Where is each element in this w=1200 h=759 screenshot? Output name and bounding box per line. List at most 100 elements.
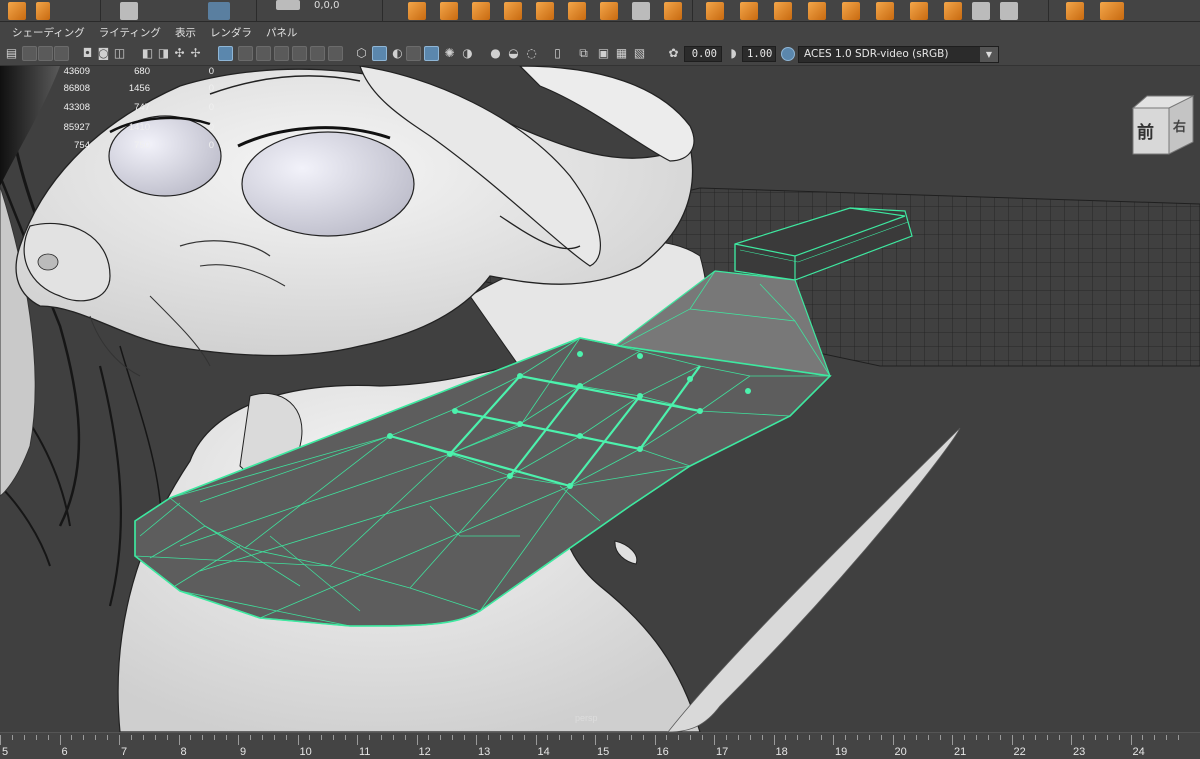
screen-space-ao-icon[interactable]: ●: [488, 46, 503, 61]
film-gate-toggle-icon[interactable]: [238, 46, 253, 61]
shelf-tool-icon[interactable]: [706, 2, 724, 20]
isolate-select-icon[interactable]: ⧉: [576, 46, 591, 61]
menu-lighting[interactable]: ライティング: [99, 25, 161, 40]
timeline-tick: [297, 735, 299, 745]
xray-icon[interactable]: ▣: [596, 46, 611, 61]
shadows-icon[interactable]: ◑: [460, 46, 475, 61]
timeline-minor-tick: [440, 735, 442, 740]
menu-show[interactable]: 表示: [175, 25, 196, 40]
motion-blur-icon[interactable]: ◒: [506, 46, 521, 61]
shelf-tool-icon[interactable]: [664, 2, 682, 20]
timeline-frame-label: 7: [121, 746, 128, 758]
antialiasing-icon[interactable]: ◌: [524, 46, 539, 61]
camera-attributes-icon[interactable]: ▤: [4, 46, 19, 61]
timeline-minor-tick: [1118, 735, 1120, 740]
menu-renderer[interactable]: レンダラ: [210, 25, 252, 40]
view-cube-right-label[interactable]: 右: [1173, 116, 1186, 135]
depth-of-field-icon[interactable]: ▯: [550, 46, 565, 61]
wireframe-icon[interactable]: ⬡: [354, 46, 369, 61]
shelf-tool-icon[interactable]: [1066, 2, 1084, 20]
timeline-minor-tick: [844, 735, 846, 740]
resolution-toggle-icon[interactable]: [256, 46, 271, 61]
timeline-minor-tick: [749, 735, 751, 740]
shelf-tool-icon[interactable]: [120, 2, 138, 20]
grid-toggle-icon[interactable]: [218, 46, 233, 61]
timeline-tick: [535, 735, 537, 745]
bookmark-icon[interactable]: [22, 46, 37, 61]
timeline-minor-tick: [368, 735, 370, 740]
field-chart-icon[interactable]: ✣: [172, 46, 187, 61]
shelf-tool-icon[interactable]: [536, 2, 554, 20]
shelf-tool-icon[interactable]: [1100, 2, 1124, 20]
panel-menu-bar: シェーディング ライティング 表示 レンダラ パネル: [0, 22, 1200, 42]
camera-icon[interactable]: ◘: [80, 46, 95, 61]
shelf-tool-icon[interactable]: [600, 2, 618, 20]
shelf-tool-icon[interactable]: [1000, 2, 1018, 20]
lock-camera-icon[interactable]: ◙: [96, 46, 111, 61]
color-management-toggle[interactable]: [781, 47, 795, 61]
shelf-tool-icon[interactable]: [876, 2, 894, 20]
persp-viewport[interactable]: 43609 680 0 86808 1456 0 43308 747 0 859…: [0, 66, 1200, 732]
timeline-frame-label: 22: [1013, 746, 1026, 758]
field-chart-toggle-icon[interactable]: [292, 46, 307, 61]
exposure-input[interactable]: 0.00: [684, 46, 722, 62]
view-transform-select[interactable]: ACES 1.0 SDR-video (sRGB) ▼: [798, 46, 999, 63]
view-cube[interactable]: 前 右: [1131, 94, 1195, 156]
shelf-tool-icon[interactable]: [740, 2, 758, 20]
timeline-frame-label: 5: [2, 746, 9, 758]
grid-icon[interactable]: ◫: [112, 46, 127, 61]
hud-value: 747: [134, 102, 150, 113]
shelf-tool-icon[interactable]: [208, 2, 230, 20]
shelf-tool-icon[interactable]: [774, 2, 792, 20]
gate-mask-icon[interactable]: ◨: [156, 46, 171, 61]
safe-action-toggle-icon[interactable]: [310, 46, 325, 61]
timeline-minor-tick: [1142, 735, 1144, 740]
menu-shading[interactable]: シェーディング: [12, 25, 85, 40]
image-plane-icon[interactable]: [38, 46, 53, 61]
shelf-tool-icon[interactable]: [472, 2, 490, 20]
shelf-tool-icon[interactable]: [808, 2, 826, 20]
textured-icon[interactable]: [424, 46, 439, 61]
wireframe-on-shaded-icon[interactable]: [406, 46, 421, 61]
gamma-input[interactable]: 1.00: [742, 46, 776, 62]
timeline-minor-tick: [1047, 735, 1049, 740]
shelf-tool-icon[interactable]: [910, 2, 928, 20]
timeline-minor-tick: [630, 735, 632, 740]
xray-joints-icon[interactable]: ▦: [614, 46, 629, 61]
shelf-tool-icon[interactable]: [568, 2, 586, 20]
exposure-icon[interactable]: ✿: [666, 46, 681, 61]
shelf-tool-icon[interactable]: [944, 2, 962, 20]
time-slider[interactable]: 5 6 7 8 9 10 11 12 13 14 15 16 17 18 19 20 21 22 23 24: [0, 732, 1200, 759]
shelf-tool-icon[interactable]: [276, 0, 300, 10]
timeline-minor-tick: [130, 735, 132, 740]
view-cube-front-label[interactable]: 前: [1137, 118, 1154, 143]
shelf-tool-icon[interactable]: [632, 2, 650, 20]
timeline-frame-label: 24: [1132, 746, 1145, 758]
shelf-tool-icon[interactable]: [408, 2, 426, 20]
hud-value: 43609: [63, 66, 90, 77]
film-gate-icon[interactable]: [54, 46, 69, 61]
shelf-tool-icon[interactable]: [440, 2, 458, 20]
menu-panels[interactable]: パネル: [266, 25, 298, 40]
shelf-tool-icon[interactable]: [36, 2, 50, 20]
safe-action-icon[interactable]: ✢: [188, 46, 203, 61]
shelf-tool-icon[interactable]: [972, 2, 990, 20]
shelf-tool-icon[interactable]: [8, 2, 26, 20]
timeline-tick: [59, 735, 61, 745]
timeline-minor-tick: [880, 735, 882, 740]
safe-title-toggle-icon[interactable]: [328, 46, 343, 61]
timeline-tick: [416, 735, 418, 745]
timeline-minor-tick: [821, 735, 823, 740]
shelf-tool-icon[interactable]: [504, 2, 522, 20]
chevron-down-icon[interactable]: ▼: [980, 47, 998, 62]
smooth-shade-icon[interactable]: [372, 46, 387, 61]
resolution-gate-icon[interactable]: ◧: [140, 46, 155, 61]
lights-icon[interactable]: ✺: [442, 46, 457, 61]
timeline-tick: [654, 735, 656, 745]
shelf-tool-icon[interactable]: [842, 2, 860, 20]
gate-mask-toggle-icon[interactable]: [274, 46, 289, 61]
default-material-icon[interactable]: ◐: [390, 46, 405, 61]
xray-components-icon[interactable]: ▧: [632, 46, 647, 61]
timeline-minor-tick: [23, 735, 25, 740]
gamma-icon[interactable]: ◗: [726, 46, 741, 61]
